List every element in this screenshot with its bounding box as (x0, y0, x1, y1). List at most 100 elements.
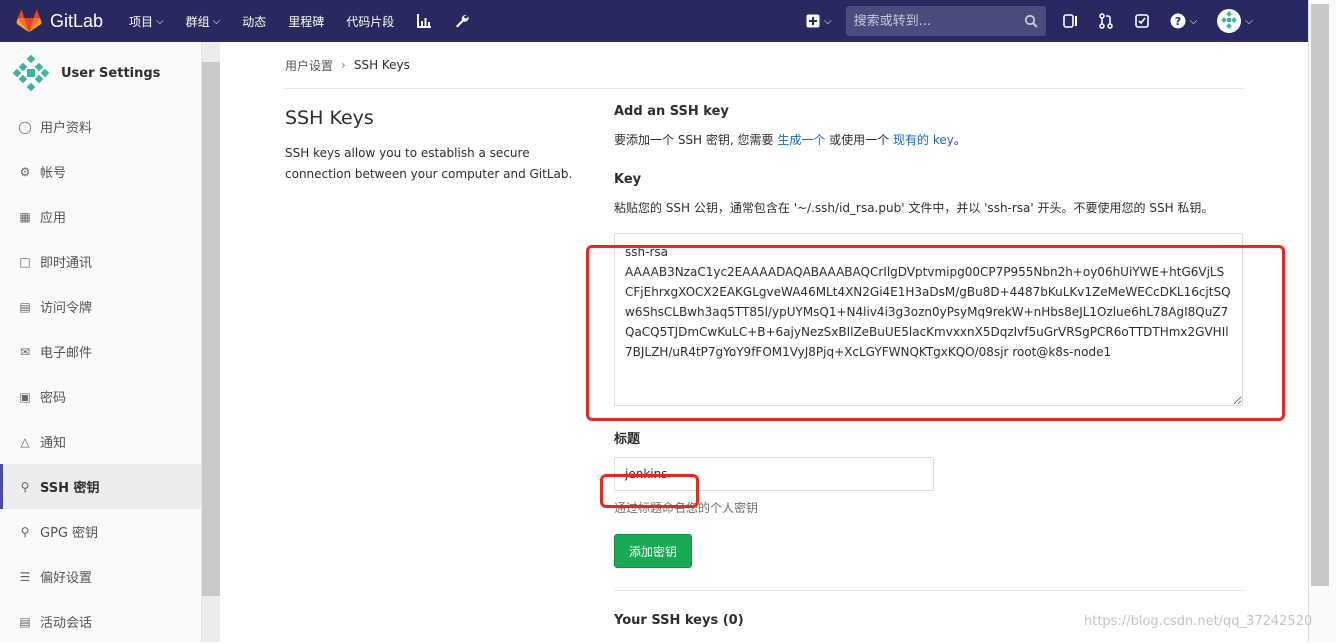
applications-grid-icon: ▦ (19, 209, 31, 224)
user-menu[interactable]: ⌵ (1217, 9, 1253, 33)
account-gear-icon: ⚙ (19, 164, 31, 179)
title-label: 标题 (614, 432, 641, 447)
chat-icon: □ (19, 254, 31, 269)
nav-groups[interactable]: 群组 ⌵ (186, 13, 221, 30)
bell-icon: △ (20, 434, 30, 449)
help-icon: ? (1170, 13, 1186, 29)
intro-suffix: 。 (953, 133, 966, 147)
key-label: Key (614, 172, 642, 187)
sidebar-item-label: 电子邮件 (40, 346, 93, 361)
main-content: 用户设置 › SSH Keys SSH Keys SSH keys allow … (285, 42, 1243, 628)
sidebar-toggle-icon[interactable] (1062, 13, 1078, 29)
nav-snippets-label: 代码片段 (346, 14, 395, 29)
title-help-text: 通过标题命名您的个人密钥 (614, 501, 759, 515)
chevron-down-icon: ⌵ (1245, 15, 1253, 27)
nav-groups-label: 群组 (185, 14, 210, 29)
nav-projects[interactable]: 项目 ⌵ (129, 13, 164, 30)
sidebar-item-emails[interactable]: ✉ 电子邮件 (0, 329, 201, 374)
sliders-icon: ☰ (19, 569, 31, 584)
breadcrumb-parent[interactable]: 用户设置 (285, 57, 333, 74)
nav-activity-label: 动态 (242, 14, 267, 29)
nav-milestones-label: 里程碑 (288, 14, 325, 29)
sidebar-item-access-tokens[interactable]: ▤ 访问令牌 (0, 284, 201, 329)
breadcrumb: 用户设置 › SSH Keys (285, 42, 1243, 89)
sidebar-item-gpg-keys[interactable]: ⚲ GPG 密钥 (0, 509, 201, 554)
nav-activity[interactable]: 动态 (242, 13, 266, 30)
sidebar-item-label: 密码 (40, 391, 67, 406)
chevron-down-icon: ⌵ (1189, 15, 1198, 27)
sidebar-item-preferences[interactable]: ☰ 偏好设置 (0, 554, 201, 599)
sidebar-item-label: SSH 密钥 (40, 481, 100, 496)
sidebar-item-notifications[interactable]: △ 通知 (0, 419, 201, 464)
sidebar-item-label: 通知 (40, 436, 67, 451)
settings-sidebar: User Settings ◯ 用户资料 ⚙ 帐号 ▦ 应用 □ 即时通讯 ▤ 访问令牌 … (0, 42, 202, 642)
nav-projects-label: 项目 (129, 14, 154, 29)
user-icon: ◯ (18, 119, 32, 134)
sidebar-item-label: 即时通讯 (40, 256, 93, 271)
sidebar-item-applications[interactable]: ▦ 应用 (0, 194, 201, 239)
sidebar-item-label: 用户资料 (40, 121, 93, 136)
chevron-down-icon: ⌵ (156, 15, 164, 27)
sidebar-title: User Settings (61, 65, 161, 81)
sidebar-item-account[interactable]: ⚙ 帐号 (0, 149, 201, 194)
app-name: GitLab (50, 10, 104, 31)
wrench-icon[interactable] (454, 13, 470, 29)
highlight-box-key (586, 245, 1285, 421)
sidebar-item-label: 访问令牌 (40, 301, 93, 316)
merge-request-icon[interactable] (1098, 13, 1114, 29)
lock-icon: ▣ (19, 389, 31, 404)
sidebar-scrollbar-thumb[interactable] (202, 62, 220, 596)
page-description: SSH keys allow you to establish a secure… (285, 146, 573, 181)
sidebar-item-profile[interactable]: ◯ 用户资料 (0, 104, 201, 149)
svg-text:?: ? (1174, 15, 1180, 28)
watermark: https://blog.csdn.net/qq_37242520 (1084, 614, 1313, 629)
intro-prefix: 要添加一个 SSH 密钥, 您需要 (614, 133, 778, 147)
gitlab-tanuki-icon (16, 9, 42, 33)
token-icon: ▤ (19, 299, 31, 314)
todo-icon[interactable] (1134, 13, 1150, 29)
avatar (1217, 9, 1242, 33)
breadcrumb-current[interactable]: SSH Keys (354, 58, 410, 72)
generate-key-link[interactable]: 生成一个 (777, 133, 825, 147)
key-icon: ⚲ (20, 524, 30, 539)
highlight-box-title (600, 474, 699, 508)
key-hint: 粘贴您的 SSH 公钥，通常包含在 '~/.ssh/id_rsa.pub' 文件… (614, 201, 1214, 215)
intro-mid: 或使用一个 (825, 133, 893, 147)
existing-key-link[interactable]: 现有的 key (893, 133, 954, 147)
sidebar-item-password[interactable]: ▣ 密码 (0, 374, 201, 419)
nav-snippets[interactable]: 代码片段 (346, 13, 394, 30)
avatar (12, 54, 50, 92)
nav-milestones[interactable]: 里程碑 (288, 13, 324, 30)
search-input[interactable] (853, 13, 1014, 29)
search-icon (1024, 14, 1038, 28)
sidebar-item-active-sessions[interactable]: ▤ 活动会话 (0, 599, 201, 644)
sidebar-item-label: GPG 密钥 (40, 526, 99, 541)
sidebar-header[interactable]: User Settings (0, 42, 201, 104)
chevron-down-icon: ⌵ (212, 15, 221, 27)
search-box[interactable] (845, 6, 1046, 36)
sidebar-item-label: 帐号 (40, 166, 67, 181)
envelope-icon: ✉ (19, 344, 31, 359)
window-scrollbar[interactable] (1308, 0, 1336, 642)
chart-icon[interactable] (416, 13, 432, 29)
chevron-down-icon: ⌵ (824, 15, 832, 27)
sidebar-item-label: 偏好设置 (40, 571, 93, 586)
add-key-button[interactable]: 添加密钥 (614, 534, 692, 568)
sidebar-item-label: 活动会话 (40, 616, 93, 631)
plus-square-icon (806, 14, 820, 28)
chevron-right-icon: › (341, 58, 346, 72)
add-key-intro: 要添加一个 SSH 密钥, 您需要 生成一个 或使用一个 现有的 key。 (614, 131, 1243, 148)
page-title: SSH Keys (285, 107, 374, 129)
window-scrollbar-thumb[interactable] (1311, 4, 1329, 586)
sidebar-item-chat[interactable]: □ 即时通讯 (0, 239, 201, 284)
add-key-heading: Add an SSH key (614, 104, 729, 119)
top-navbar: GitLab 项目 ⌵ 群组 ⌵ 动态 里程碑 代码片段 ⌵ 搜索或转到... … (0, 0, 1308, 42)
new-dropdown-button[interactable]: ⌵ (806, 14, 832, 28)
key-icon: ⚲ (20, 479, 30, 494)
divider (614, 590, 1243, 591)
session-icon: ▤ (19, 614, 31, 629)
sidebar-item-label: 应用 (40, 211, 67, 226)
sidebar-item-ssh-keys[interactable]: ⚲ SSH 密钥 (0, 464, 201, 509)
help-dropdown[interactable]: ? ⌵ (1170, 13, 1198, 29)
gitlab-logo[interactable]: GitLab (16, 9, 103, 33)
